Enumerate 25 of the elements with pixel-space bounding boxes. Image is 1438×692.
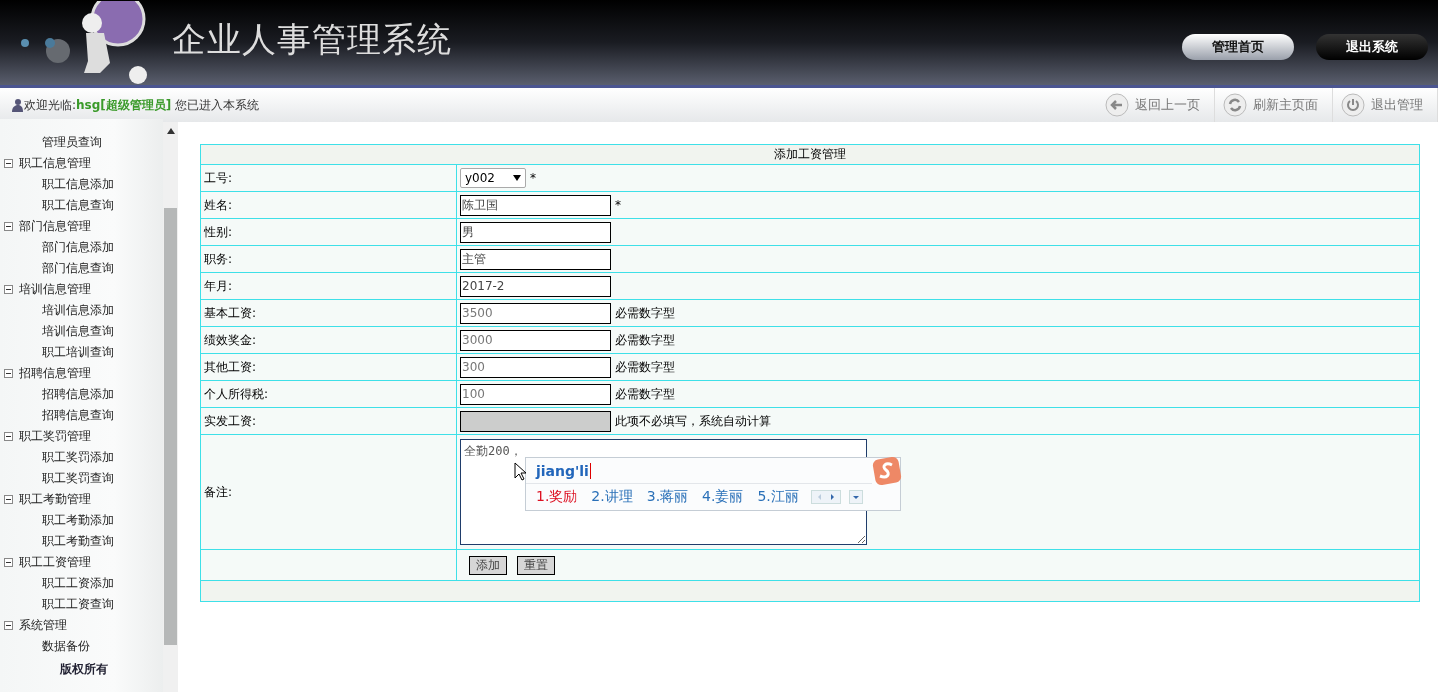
field-hint: 必需数字型 (615, 331, 675, 349)
field-label: 绩效奖金: (204, 331, 257, 349)
ime-composition: jiang'li (536, 462, 589, 479)
field-hint: 此项不必填写，系统自动计算 (615, 412, 771, 430)
field-label: 工号: (204, 169, 233, 187)
form-title: 添加工资管理 (774, 146, 846, 163)
field-label: 姓名: (204, 196, 233, 214)
field-hint: 必需数字型 (615, 304, 675, 322)
copyright-text: 版权所有 (60, 660, 108, 678)
welcome-message: 您已进入本系统 (175, 96, 260, 114)
required-mark: * (615, 198, 621, 212)
field-label: 实发工资: (204, 412, 257, 430)
field-label: 个人所得税: (204, 385, 269, 403)
user-name: hsg[超级管理员] (76, 96, 172, 114)
field-label: 性别: (204, 223, 233, 241)
field-label: 基本工资: (204, 304, 257, 322)
app-title: 企业人事管理系统 (172, 17, 452, 61)
required-mark: * (530, 171, 536, 185)
field-label: 其他工资: (204, 358, 257, 376)
field-hint: 必需数字型 (615, 358, 675, 376)
field-hint: 必需数字型 (615, 385, 675, 403)
field-label: 年月: (204, 277, 233, 295)
welcome-label: 欢迎光临: (24, 96, 77, 114)
field-label: 备注: (204, 483, 233, 501)
field-label: 职务: (204, 250, 233, 268)
